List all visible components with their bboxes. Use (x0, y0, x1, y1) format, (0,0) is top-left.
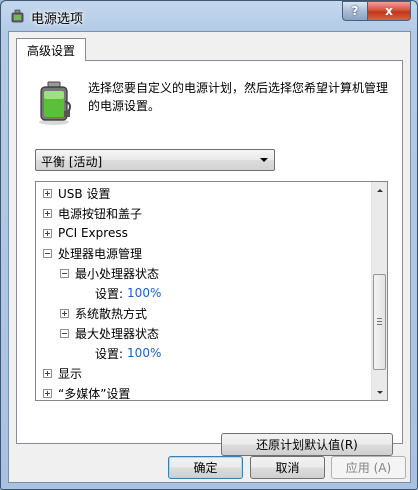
grip-line (377, 321, 382, 322)
help-button[interactable]: ? (342, 1, 368, 21)
tree-item-multimedia-settings[interactable]: “多媒体”设置 (43, 383, 131, 401)
grip-line (377, 324, 382, 325)
title-bar[interactable]: 电源选项 ? x (1, 1, 417, 31)
vertical-scrollbar[interactable] (371, 182, 387, 400)
setting-label: 设置: (95, 286, 124, 301)
grip-line (377, 318, 382, 319)
tree-item-pci-express[interactable]: PCI Express (43, 223, 128, 243)
arrow-up-icon (377, 188, 383, 192)
tree-item-display[interactable]: 显示 (43, 363, 82, 383)
tree-item-max-processor-state[interactable]: 最大处理器状态 (60, 323, 159, 343)
collapse-minus-icon[interactable] (60, 328, 69, 338)
power-options-window: 电源选项 ? x 高级设置 选择您要自定义的电源计划，然后选择您希望计算机管理的… (0, 0, 418, 490)
battery-plug-icon (39, 81, 71, 125)
expand-plus-icon[interactable] (60, 308, 69, 318)
expand-plus-icon[interactable] (43, 208, 52, 218)
tab-advanced-settings[interactable]: 高级设置 (16, 38, 86, 61)
expand-plus-icon[interactable] (43, 368, 52, 378)
tree-item-label: 最大处理器状态 (75, 326, 160, 341)
cancel-button[interactable]: 取消 (250, 456, 325, 479)
scrollbar-thumb[interactable] (373, 274, 386, 370)
setting-value-link[interactable]: 100% (127, 346, 161, 360)
tree-item-label: USB 设置 (58, 186, 111, 201)
expand-plus-icon[interactable] (43, 388, 52, 398)
tree-item-usb-settings[interactable]: USB 设置 (43, 183, 110, 203)
tree-item-label: 系统散热方式 (75, 306, 148, 321)
tree-item-label: 处理器电源管理 (58, 246, 143, 261)
scroll-up-button[interactable] (372, 182, 387, 198)
advanced-settings-panel: 选择您要自定义的电源计划，然后选择您希望计算机管理的电源设置。 平衡 [活动] … (16, 60, 403, 456)
tree-item-label: 显示 (58, 366, 83, 381)
close-button[interactable]: x (368, 1, 411, 21)
scroll-down-button[interactable] (372, 384, 387, 400)
min-processor-setting[interactable]: 设置: 100% (95, 283, 161, 303)
dialog-client-area: 高级设置 选择您要自定义的电源计划，然后选择您希望计算机管理的电源设置。 平衡 … (8, 31, 411, 483)
power-plan-select[interactable]: 平衡 [活动] (35, 149, 275, 171)
tree-item-label: 电源按钮和盖子 (58, 206, 143, 221)
close-icon: x (385, 4, 393, 18)
tree-item-power-buttons-lid[interactable]: 电源按钮和盖子 (43, 203, 142, 223)
apply-button[interactable]: 应用 (A) (331, 456, 406, 479)
ok-button[interactable]: 确定 (168, 456, 243, 479)
tree-item-min-processor-state[interactable]: 最小处理器状态 (60, 263, 159, 283)
arrow-down-icon (377, 390, 383, 394)
expand-plus-icon[interactable] (43, 188, 52, 198)
setting-label: 设置: (95, 346, 124, 361)
tree-item-label: 最小处理器状态 (75, 266, 160, 281)
tree-item-processor-power[interactable]: 处理器电源管理 (43, 243, 142, 263)
setting-value-link[interactable]: 100% (127, 286, 161, 300)
power-plan-select-value: 平衡 [活动] (41, 155, 103, 169)
max-processor-setting[interactable]: 设置: 100% (95, 343, 161, 363)
settings-tree[interactable]: USB 设置 电源按钮和盖子 PCI Express 处理器电源管理 最小处理器… (35, 181, 388, 401)
tree-item-system-cooling-policy[interactable]: 系统散热方式 (60, 303, 147, 323)
description-text: 选择您要自定义的电源计划，然后选择您希望计算机管理的电源设置。 (88, 81, 389, 113)
collapse-minus-icon[interactable] (43, 248, 52, 258)
tree-item-label: PCI Express (58, 226, 128, 240)
restore-defaults-button[interactable]: 还原计划默认值(R) (221, 433, 393, 456)
collapse-minus-icon[interactable] (60, 268, 69, 278)
expand-plus-icon[interactable] (43, 228, 52, 238)
window-title: 电源选项 (31, 12, 84, 27)
tree-item-label: “多媒体”设置 (58, 386, 131, 401)
power-options-icon (11, 9, 24, 23)
help-icon: ? (351, 4, 359, 18)
chevron-down-icon (260, 158, 268, 162)
